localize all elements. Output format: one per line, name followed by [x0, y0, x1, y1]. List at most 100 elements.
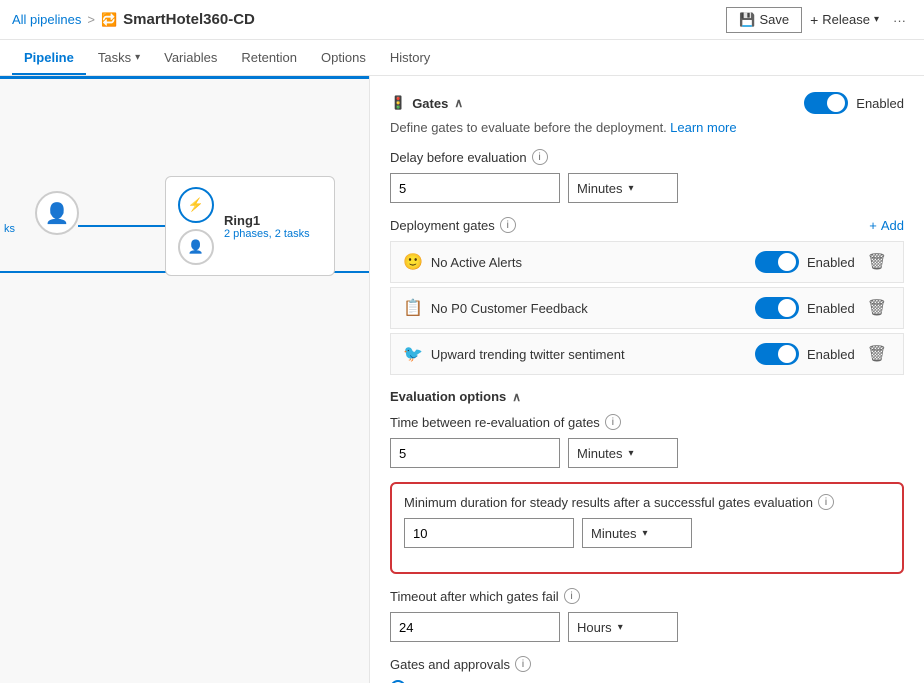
deployment-gates-info-icon[interactable]: i	[500, 217, 516, 233]
no-feedback-toggle[interactable]	[755, 297, 799, 319]
time-between-info-icon[interactable]: i	[605, 414, 621, 430]
release-button[interactable]: + Release ▾	[810, 12, 879, 28]
time-between-unit-label: Minutes	[577, 446, 623, 461]
header: All pipelines > 🔁 SmartHotel360-CD 💾 Sav…	[0, 0, 924, 40]
top-bar	[0, 76, 369, 79]
twitter-delete-button[interactable]: 🗑	[863, 342, 891, 366]
delay-unit-label: Minutes	[577, 181, 623, 196]
no-feedback-icon: 📋	[403, 298, 423, 318]
enabled-toggle[interactable]	[804, 92, 848, 114]
min-duration-box: Minimum duration for steady results afte…	[390, 482, 904, 574]
no-alerts-name: No Active Alerts	[431, 255, 522, 270]
gate-right: Enabled 🗑	[755, 296, 891, 320]
gates-title: 🚦 Gates ∧	[390, 95, 463, 111]
delay-info-icon[interactable]: i	[532, 149, 548, 165]
header-right: 💾 Save + Release ▾ ···	[726, 7, 912, 33]
gate-item-no-p0-feedback: 📋 No P0 Customer Feedback Enabled 🗑	[390, 287, 904, 329]
enabled-label: Enabled	[856, 96, 904, 111]
tab-pipeline[interactable]: Pipeline	[12, 42, 86, 75]
min-duration-unit-label: Minutes	[591, 526, 637, 541]
tab-retention[interactable]: Retention	[229, 42, 309, 75]
ring-node[interactable]: ⚡ 👤 Ring1 2 phases, 2 tasks	[165, 176, 335, 276]
gate-items-container: 🙂 No Active Alerts Enabled 🗑 📋 No P0 Cus…	[390, 241, 904, 375]
no-alerts-enabled-label: Enabled	[807, 255, 855, 270]
chevron-down-icon: ▾	[629, 183, 634, 194]
gates-header: 🚦 Gates ∧ Enabled	[390, 92, 904, 114]
chevron-up-icon[interactable]: ∧	[454, 96, 463, 110]
gate-left: 🐦 Upward trending twitter sentiment	[403, 344, 625, 364]
add-label: Add	[881, 218, 904, 233]
tab-tasks[interactable]: Tasks ▾	[86, 42, 152, 75]
time-between-label: Time between re-evaluation of gates i	[390, 414, 904, 430]
gate-left: 🙂 No Active Alerts	[403, 252, 522, 272]
add-gate-button[interactable]: + Add	[869, 218, 904, 233]
chevron-down-icon: ▾	[629, 448, 634, 459]
timeout-label: Timeout after which gates fail i	[390, 588, 904, 604]
delay-input-row: Minutes ▾	[390, 173, 904, 203]
gate-right: Enabled 🗑	[755, 250, 891, 274]
delay-label-text: Delay before evaluation	[390, 150, 527, 165]
no-feedback-delete-button[interactable]: 🗑	[863, 296, 891, 320]
delay-value-input[interactable]	[390, 173, 560, 203]
more-options-button[interactable]: ···	[887, 7, 912, 32]
no-alerts-delete-button[interactable]: 🗑	[863, 250, 891, 274]
eval-options-label: Evaluation options	[390, 389, 506, 404]
nav-tabs: Pipeline Tasks ▾ Variables Retention Opt…	[0, 40, 924, 76]
tab-history-label: History	[390, 50, 430, 65]
gates-title-label: Gates	[412, 96, 448, 111]
twitter-enabled-label: Enabled	[807, 347, 855, 362]
breadcrumb-link[interactable]: All pipelines	[12, 12, 81, 27]
chevron-down-icon: ▾	[135, 52, 140, 63]
time-between-value-input[interactable]	[390, 438, 560, 468]
no-feedback-name: No P0 Customer Feedback	[431, 301, 588, 316]
twitter-name: Upward trending twitter sentiment	[431, 347, 625, 362]
breadcrumb-separator: >	[87, 12, 95, 27]
plus-icon: +	[810, 12, 818, 28]
main-content: 👤 ks ⚡ 👤 Ring1 2 phases, 2 tasks	[0, 76, 924, 683]
chevron-down-icon: ▾	[643, 528, 648, 539]
min-duration-info-icon[interactable]: i	[818, 494, 834, 510]
time-between-input-row: Minutes ▾	[390, 438, 904, 468]
delay-unit-select[interactable]: Minutes ▾	[568, 173, 678, 203]
ring-info: Ring1 2 phases, 2 tasks	[224, 213, 310, 240]
gate-right: Enabled 🗑	[755, 342, 891, 366]
ks-label: ks	[0, 221, 19, 237]
timeout-label-text: Timeout after which gates fail	[390, 589, 559, 604]
min-duration-label: Minimum duration for steady results afte…	[404, 494, 890, 510]
save-label: Save	[759, 12, 789, 27]
time-between-unit-select[interactable]: Minutes ▾	[568, 438, 678, 468]
deployment-gates-label: Deployment gates i	[390, 217, 516, 233]
pipeline-diagram: 👤 ks ⚡ 👤 Ring1 2 phases, 2 tasks	[0, 76, 370, 683]
gates-description-text: Define gates to evaluate before the depl…	[390, 120, 667, 135]
gates-description: Define gates to evaluate before the depl…	[390, 120, 904, 135]
tab-history[interactable]: History	[378, 42, 442, 75]
header-title: SmartHotel360-CD	[123, 11, 255, 28]
learn-more-link[interactable]: Learn more	[670, 120, 736, 135]
gate-item-no-active-alerts: 🙂 No Active Alerts Enabled 🗑	[390, 241, 904, 283]
timeout-value-input[interactable]	[390, 612, 560, 642]
gates-approvals-label: Gates and approvals i	[390, 656, 904, 672]
person-node[interactable]: 👤	[35, 191, 79, 235]
gates-approvals-info-icon[interactable]: i	[515, 656, 531, 672]
no-alerts-toggle[interactable]	[755, 251, 799, 273]
gates-panel: 🚦 Gates ∧ Enabled Define gates to evalua…	[370, 76, 924, 683]
timeout-info-icon[interactable]: i	[564, 588, 580, 604]
min-duration-unit-select[interactable]: Minutes ▾	[582, 518, 692, 548]
time-between-label-text: Time between re-evaluation of gates	[390, 415, 600, 430]
save-button[interactable]: 💾 Save	[726, 7, 802, 33]
deployment-gates-header: Deployment gates i + Add	[390, 217, 904, 233]
connector-line	[78, 225, 166, 227]
no-feedback-enabled-label: Enabled	[807, 301, 855, 316]
no-alerts-icon: 🙂	[403, 252, 423, 272]
twitter-toggle[interactable]	[755, 343, 799, 365]
min-duration-value-input[interactable]	[404, 518, 574, 548]
tab-options[interactable]: Options	[309, 42, 378, 75]
ring-person-icon: 👤	[178, 229, 214, 265]
deployment-gates-label-text: Deployment gates	[390, 218, 495, 233]
eval-chevron-up-icon[interactable]: ∧	[512, 390, 521, 404]
tab-variables[interactable]: Variables	[152, 42, 229, 75]
tab-tasks-label: Tasks	[98, 50, 131, 65]
more-icon: ···	[893, 13, 906, 28]
timeout-unit-select[interactable]: Hours ▾	[568, 612, 678, 642]
tab-retention-label: Retention	[241, 50, 297, 65]
